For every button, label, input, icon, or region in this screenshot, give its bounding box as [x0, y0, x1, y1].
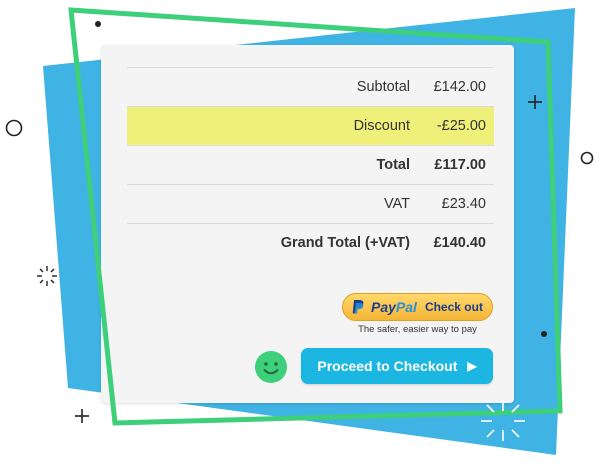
play-arrow-icon: ▶: [467, 359, 477, 373]
grand-total-value: £140.40: [433, 235, 486, 251]
proceed-to-checkout-button[interactable]: Proceed to Checkout ▶: [301, 348, 493, 384]
vat-row: VAT £23.40: [127, 184, 494, 223]
grand-total-row: Grand Total (+VAT) £140.40: [127, 223, 494, 262]
vat-value: £23.40: [441, 196, 486, 212]
paypal-icon: [352, 300, 364, 314]
paypal-wordmark: PayPal: [371, 299, 417, 315]
discount-row: Discount -£25.00: [127, 106, 494, 145]
total-row: Total £117.00: [127, 145, 494, 184]
vat-label: VAT: [383, 196, 410, 212]
subtotal-row: Subtotal £142.00: [127, 67, 494, 106]
subtotal-value: £142.00: [433, 79, 486, 95]
paypal-wordmark-pay: Pay: [371, 299, 396, 315]
discount-value: -£25.00: [436, 118, 486, 134]
paypal-wordmark-pal: Pal: [395, 299, 417, 315]
smiley-icon: [255, 351, 287, 383]
checkout-label: Proceed to Checkout: [317, 358, 458, 374]
paypal-tagline: The safer, easier way to pay: [358, 324, 477, 335]
total-label: Total: [376, 157, 410, 173]
grand-total-label: Grand Total (+VAT): [280, 235, 410, 251]
stage: Subtotal £142.00 Discount -£25.00 Total …: [0, 0, 600, 463]
total-value: £117.00: [434, 157, 486, 173]
discount-label: Discount: [353, 118, 410, 134]
paypal-checkout-button[interactable]: PayPal Check out: [342, 293, 493, 321]
order-summary-card: Subtotal £142.00 Discount -£25.00 Total …: [101, 45, 514, 403]
subtotal-label: Subtotal: [356, 79, 410, 95]
summary-rows: Subtotal £142.00 Discount -£25.00 Total …: [127, 67, 494, 262]
paypal-checkout-label: Check out: [424, 300, 483, 314]
